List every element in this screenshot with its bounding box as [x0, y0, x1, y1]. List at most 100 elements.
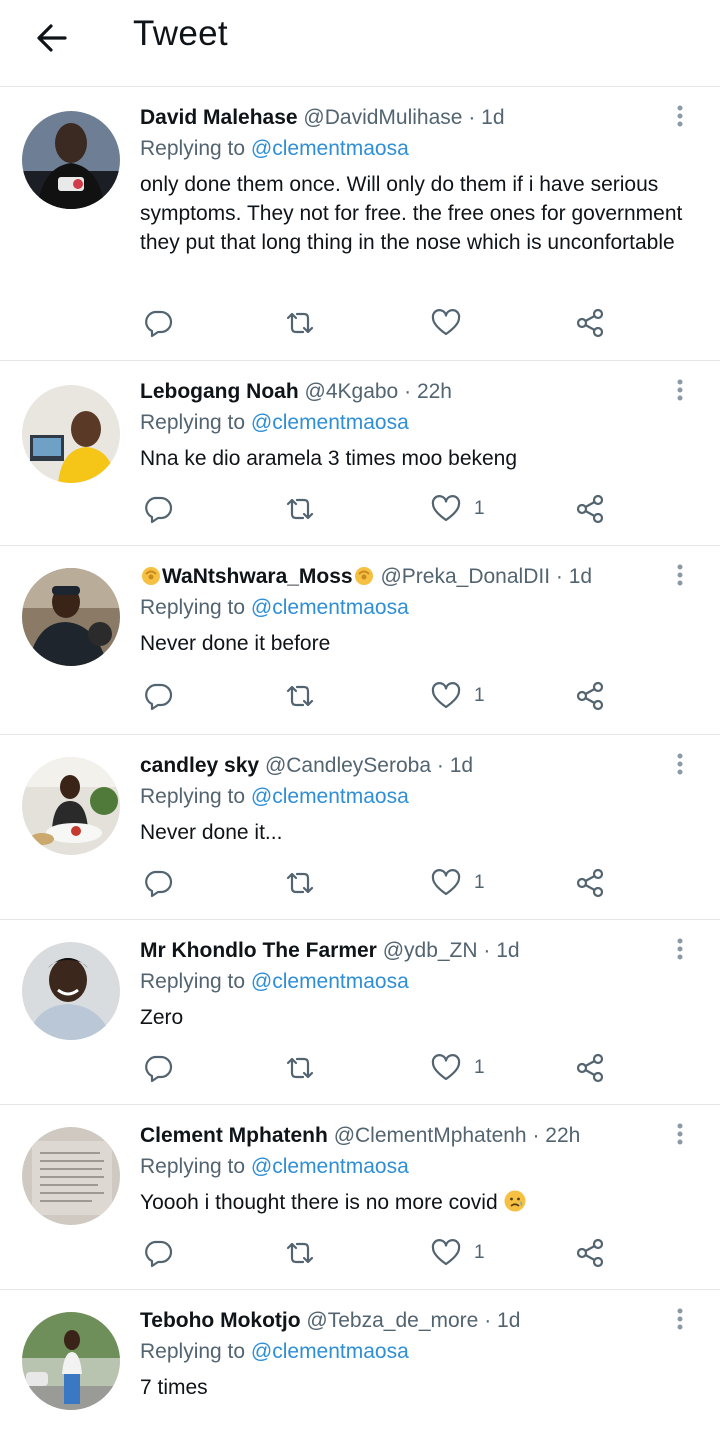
like-count: 1	[474, 872, 485, 893]
more-vertical-icon	[677, 938, 683, 960]
timestamp[interactable]: 1d	[569, 565, 592, 588]
more-options-button[interactable]	[670, 1306, 690, 1336]
reply-tweet[interactable]: Teboho Mokotjo @Tebza_de_more · 1d Reply…	[0, 1290, 720, 1430]
mention-link[interactable]: @clementmaosa	[251, 411, 409, 434]
reply-content: Teboho Mokotjo @Tebza_de_more · 1d Reply…	[140, 1306, 690, 1402]
reply-tweet[interactable]: David Malehase @DavidMulihase · 1d Reply…	[0, 87, 720, 361]
comment-icon	[145, 870, 173, 898]
like-button[interactable]: 1	[430, 678, 485, 714]
like-button[interactable]: 1	[430, 865, 485, 901]
replying-to: Replying to @clementmaosa	[140, 408, 690, 438]
mention-link[interactable]: @clementmaosa	[251, 596, 409, 619]
timestamp[interactable]: 22h	[417, 380, 452, 403]
reply-header: WaNtshwara_Moss @Preka_DonalDII · 1d	[140, 562, 690, 592]
reply-text: 7 times	[140, 1376, 208, 1399]
timestamp[interactable]: 1d	[481, 106, 504, 129]
comment-icon	[145, 310, 173, 338]
replying-to-label: Replying to	[140, 970, 251, 993]
reply-button[interactable]	[142, 865, 174, 901]
mention-link[interactable]: @clementmaosa	[251, 1155, 409, 1178]
timestamp[interactable]: 1d	[497, 1309, 520, 1332]
user-handle[interactable]: @Preka_DonalDII	[380, 565, 550, 588]
avatar[interactable]	[22, 385, 120, 483]
display-name[interactable]: David Malehase	[140, 106, 298, 129]
more-options-button[interactable]	[670, 103, 690, 133]
retweet-button[interactable]	[284, 865, 316, 901]
retweet-button[interactable]	[284, 305, 316, 341]
share-button[interactable]	[574, 491, 606, 527]
more-vertical-icon	[677, 1123, 683, 1145]
action-bar: 1	[140, 678, 620, 714]
user-handle[interactable]: @Tebza_de_more	[306, 1309, 478, 1332]
avatar[interactable]	[22, 757, 120, 855]
reply-button[interactable]	[142, 491, 174, 527]
user-handle[interactable]: @DavidMulihase	[303, 106, 462, 129]
more-options-button[interactable]	[670, 751, 690, 781]
display-name[interactable]: Lebogang Noah	[140, 380, 299, 403]
display-name[interactable]: WaNtshwara_Moss	[162, 565, 353, 588]
more-vertical-icon	[677, 753, 683, 775]
avatar[interactable]	[22, 942, 120, 1040]
mention-link[interactable]: @clementmaosa	[251, 137, 409, 160]
avatar[interactable]	[22, 1127, 120, 1225]
user-handle[interactable]: @ClementMphatenh	[334, 1124, 527, 1147]
reply-button[interactable]	[142, 305, 174, 341]
share-button[interactable]	[574, 1235, 606, 1271]
reply-text: Yoooh i thought there is no more covid	[140, 1191, 498, 1214]
reply-tweet[interactable]: WaNtshwara_Moss @Preka_DonalDII · 1d Rep…	[0, 546, 720, 735]
reply-button[interactable]	[142, 1235, 174, 1271]
share-icon	[576, 1238, 604, 1268]
mention-link[interactable]: @clementmaosa	[251, 1340, 409, 1363]
avatar[interactable]	[22, 568, 120, 666]
display-name[interactable]: Clement Mphatenh	[140, 1124, 328, 1147]
user-handle[interactable]: @ydb_ZN	[383, 939, 478, 962]
action-bar: 1	[140, 865, 620, 901]
avatar[interactable]	[22, 1312, 120, 1410]
more-options-button[interactable]	[670, 377, 690, 407]
reply-tweet[interactable]: Clement Mphatenh @ClementMphatenh · 22h …	[0, 1105, 720, 1290]
timestamp[interactable]: 22h	[545, 1124, 580, 1147]
share-button[interactable]	[574, 865, 606, 901]
reply-tweet[interactable]: Mr Khondlo The Farmer @ydb_ZN · 1d Reply…	[0, 920, 720, 1105]
display-name[interactable]: Teboho Mokotjo	[140, 1309, 301, 1332]
more-options-button[interactable]	[670, 562, 690, 592]
avatar[interactable]	[22, 111, 120, 209]
reply-button[interactable]	[142, 678, 174, 714]
back-button[interactable]	[34, 20, 70, 56]
timestamp[interactable]: 1d	[450, 754, 473, 777]
timestamp[interactable]: 1d	[496, 939, 519, 962]
user-handle[interactable]: @CandleySeroba	[265, 754, 431, 777]
sad-relieved-face-emoji	[504, 1190, 526, 1212]
retweet-button[interactable]	[284, 678, 316, 714]
like-button[interactable]: 1	[430, 1050, 485, 1086]
share-button[interactable]	[574, 305, 606, 341]
user-handle[interactable]: @4Kgabo	[305, 380, 399, 403]
retweet-icon	[286, 685, 314, 707]
separator-dot: ·	[484, 1309, 492, 1332]
like-button[interactable]: 1	[430, 1235, 485, 1271]
like-count: 1	[474, 498, 485, 519]
reply-button[interactable]	[142, 1050, 174, 1086]
display-name[interactable]: candley sky	[140, 754, 259, 777]
reply-content: WaNtshwara_Moss @Preka_DonalDII · 1d Rep…	[140, 562, 690, 658]
share-button[interactable]	[574, 678, 606, 714]
more-options-button[interactable]	[670, 1121, 690, 1151]
comment-icon	[145, 1055, 173, 1083]
reply-content: Lebogang Noah @4Kgabo · 22h Replying to …	[140, 377, 690, 473]
mention-link[interactable]: @clementmaosa	[251, 785, 409, 808]
reply-tweet[interactable]: candley sky @CandleySeroba · 1d Replying…	[0, 735, 720, 920]
separator-dot: ·	[404, 380, 412, 403]
retweet-button[interactable]	[284, 1235, 316, 1271]
retweet-button[interactable]	[284, 491, 316, 527]
like-button[interactable]: 1	[430, 491, 485, 527]
display-name[interactable]: Mr Khondlo The Farmer	[140, 939, 377, 962]
replying-to-label: Replying to	[140, 1340, 251, 1363]
more-options-button[interactable]	[670, 936, 690, 966]
retweet-icon	[286, 1057, 314, 1079]
replying-to-label: Replying to	[140, 411, 251, 434]
retweet-button[interactable]	[284, 1050, 316, 1086]
mention-link[interactable]: @clementmaosa	[251, 970, 409, 993]
share-button[interactable]	[574, 1050, 606, 1086]
like-button[interactable]	[430, 305, 474, 341]
reply-tweet[interactable]: Lebogang Noah @4Kgabo · 22h Replying to …	[0, 361, 720, 546]
